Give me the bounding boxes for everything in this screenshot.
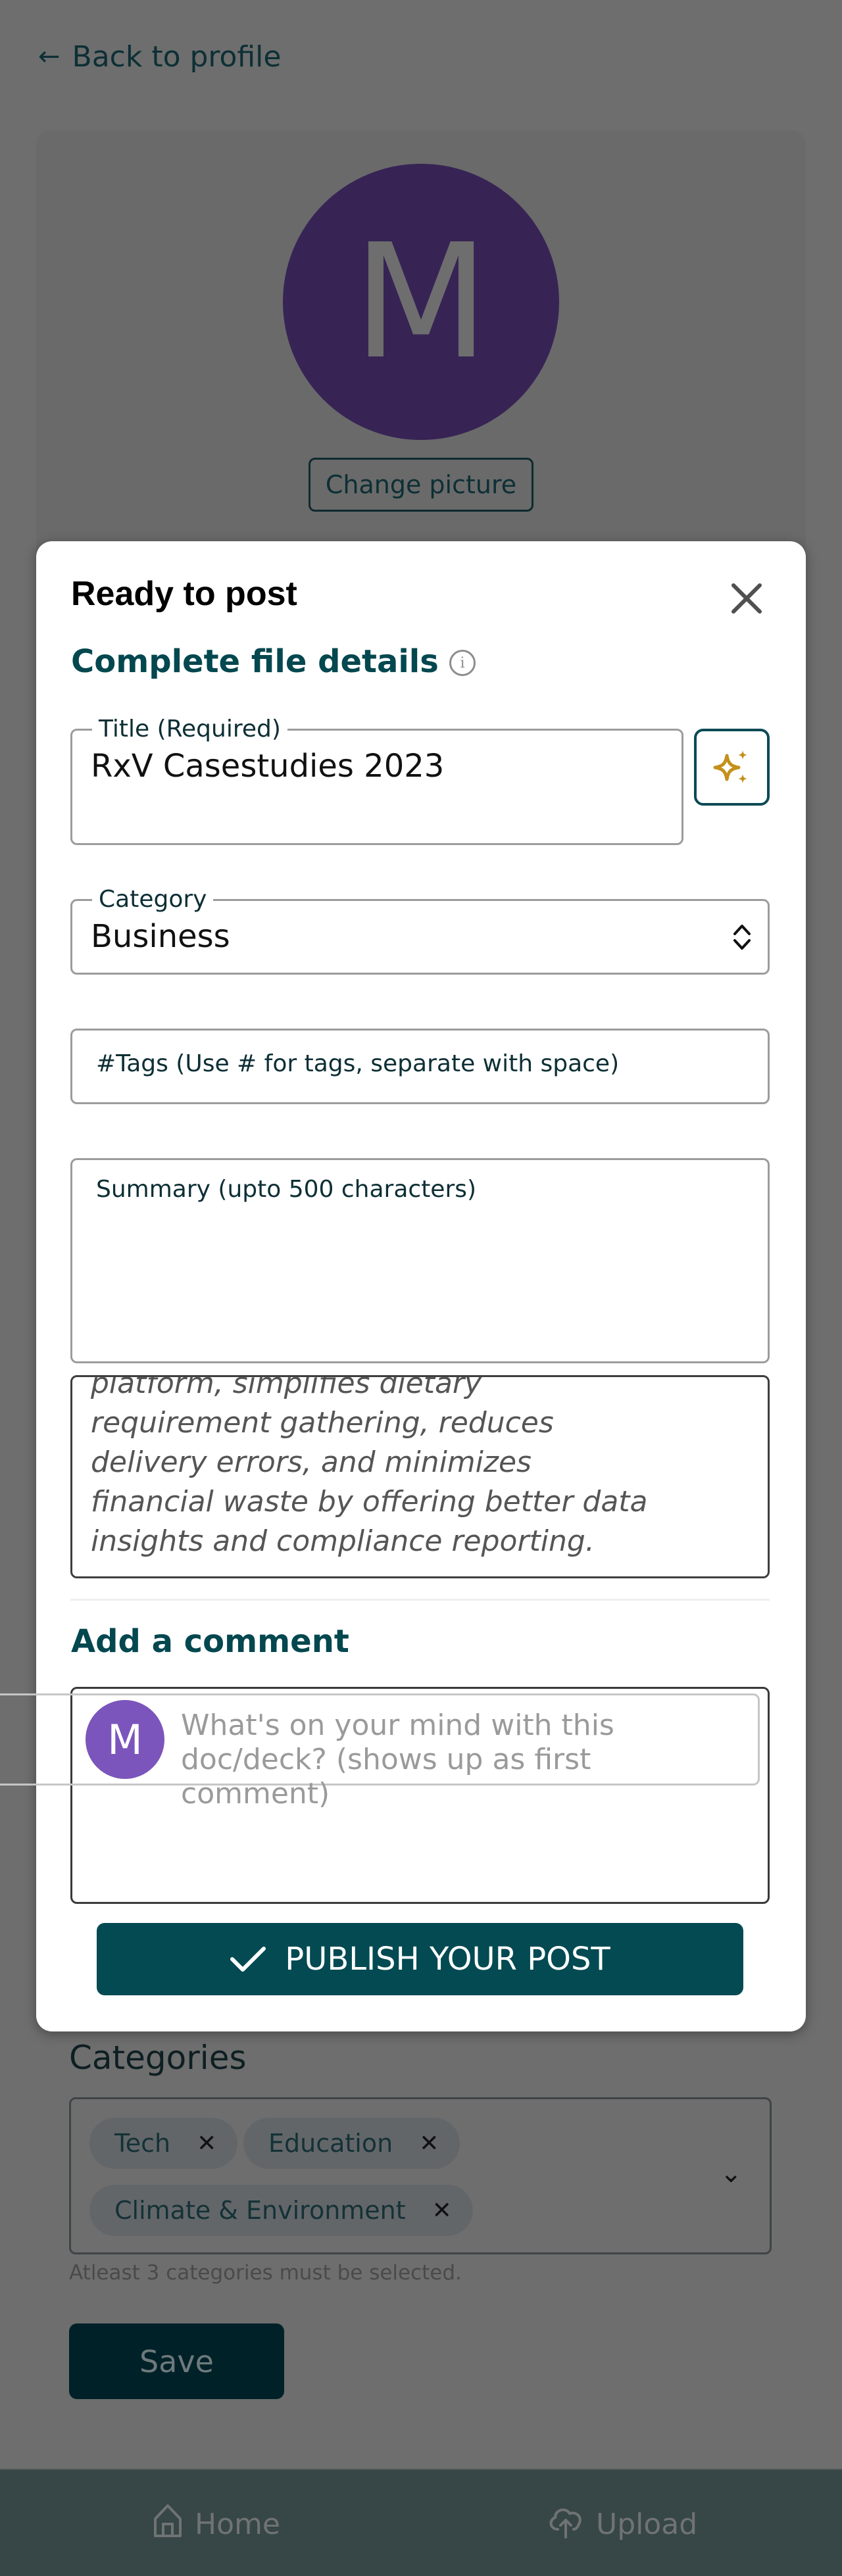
- categories-label: Categories: [69, 2039, 247, 2077]
- title-field-label: Title (Required): [92, 715, 287, 744]
- nav-upload[interactable]: Upload: [546, 2503, 697, 2546]
- nav-home[interactable]: Home: [151, 2503, 280, 2546]
- category-chip: Education ✕: [243, 2118, 460, 2169]
- bottom-nav: Home Upload: [0, 2469, 842, 2576]
- arrow-left-icon: ←: [38, 41, 61, 72]
- chip-label: Climate & Environment: [114, 2196, 406, 2225]
- nav-upload-label: Upload: [596, 2508, 698, 2541]
- profile-avatar-initial: M: [353, 210, 489, 394]
- modal-title: Ready to post: [71, 575, 297, 613]
- nav-home-label: Home: [195, 2508, 280, 2541]
- add-comment-heading: Add a comment: [71, 1623, 349, 1660]
- category-select[interactable]: Category Business: [70, 885, 770, 975]
- tags-placeholder: #Tags (Use # for tags, separate with spa…: [96, 1050, 620, 1077]
- summary-placeholder: Summary (upto 500 characters): [96, 1176, 477, 1203]
- chevron-up-down-icon: [733, 925, 751, 950]
- description-textarea[interactable]: platform, simplifies dietary requirement…: [70, 1375, 770, 1578]
- sparkles-icon: [713, 750, 747, 783]
- divider: [70, 1599, 770, 1601]
- checkmark-icon: [230, 1947, 266, 1972]
- save-button[interactable]: Save: [69, 2323, 284, 2399]
- comment-placeholder: What's on your mind with this doc/deck? …: [181, 1709, 614, 1810]
- categories-multiselect[interactable]: Tech ✕ Education ✕ Climate & Environment…: [69, 2097, 772, 2254]
- comment-avatar: M: [86, 1700, 164, 1779]
- change-picture-button[interactable]: Change picture: [309, 458, 533, 512]
- chevron-down-icon[interactable]: ⌄: [720, 2158, 742, 2189]
- category-chip: Climate & Environment ✕: [89, 2185, 473, 2236]
- profile-avatar: M: [283, 164, 559, 440]
- category-select-label: Category: [92, 885, 214, 914]
- remove-chip-icon[interactable]: ✕: [419, 2130, 439, 2157]
- info-icon[interactable]: i: [449, 650, 476, 676]
- chip-label: Tech: [114, 2129, 171, 2158]
- title-field-value: RxV Casestudies 2023: [91, 748, 445, 785]
- category-select-value: Business: [91, 918, 230, 955]
- back-link-label: Back to profile: [72, 39, 282, 74]
- tags-input[interactable]: #Tags (Use # for tags, separate with spa…: [70, 1029, 770, 1104]
- remove-chip-icon[interactable]: ✕: [432, 2197, 452, 2224]
- comment-avatar-initial: M: [107, 1715, 143, 1764]
- summary-textarea[interactable]: Summary (upto 500 characters): [70, 1158, 770, 1363]
- close-icon: [731, 583, 762, 614]
- ready-to-post-modal: Ready to post Complete file details i Ti…: [0, 541, 806, 2031]
- chip-label: Education: [268, 2129, 393, 2158]
- close-button[interactable]: [724, 575, 770, 621]
- title-field[interactable]: Title (Required) RxV Casestudies 2023: [70, 715, 683, 845]
- description-text: platform, simplifies dietary requirement…: [91, 1375, 648, 1558]
- cloud-upload-icon: [546, 2503, 585, 2546]
- complete-file-details-heading: Complete file details: [71, 643, 439, 680]
- publish-post-button[interactable]: PUBLISH YOUR POST: [97, 1923, 743, 1995]
- categories-helper-text: Atleast 3 categories must be selected.: [69, 2261, 462, 2285]
- back-to-profile-link[interactable]: ← Back to profile: [38, 38, 281, 75]
- ai-generate-button[interactable]: [694, 729, 770, 806]
- category-chip: Tech ✕: [89, 2118, 238, 2169]
- home-icon: [151, 2503, 184, 2546]
- remove-chip-icon[interactable]: ✕: [197, 2130, 216, 2157]
- publish-label: PUBLISH YOUR POST: [285, 1941, 610, 1978]
